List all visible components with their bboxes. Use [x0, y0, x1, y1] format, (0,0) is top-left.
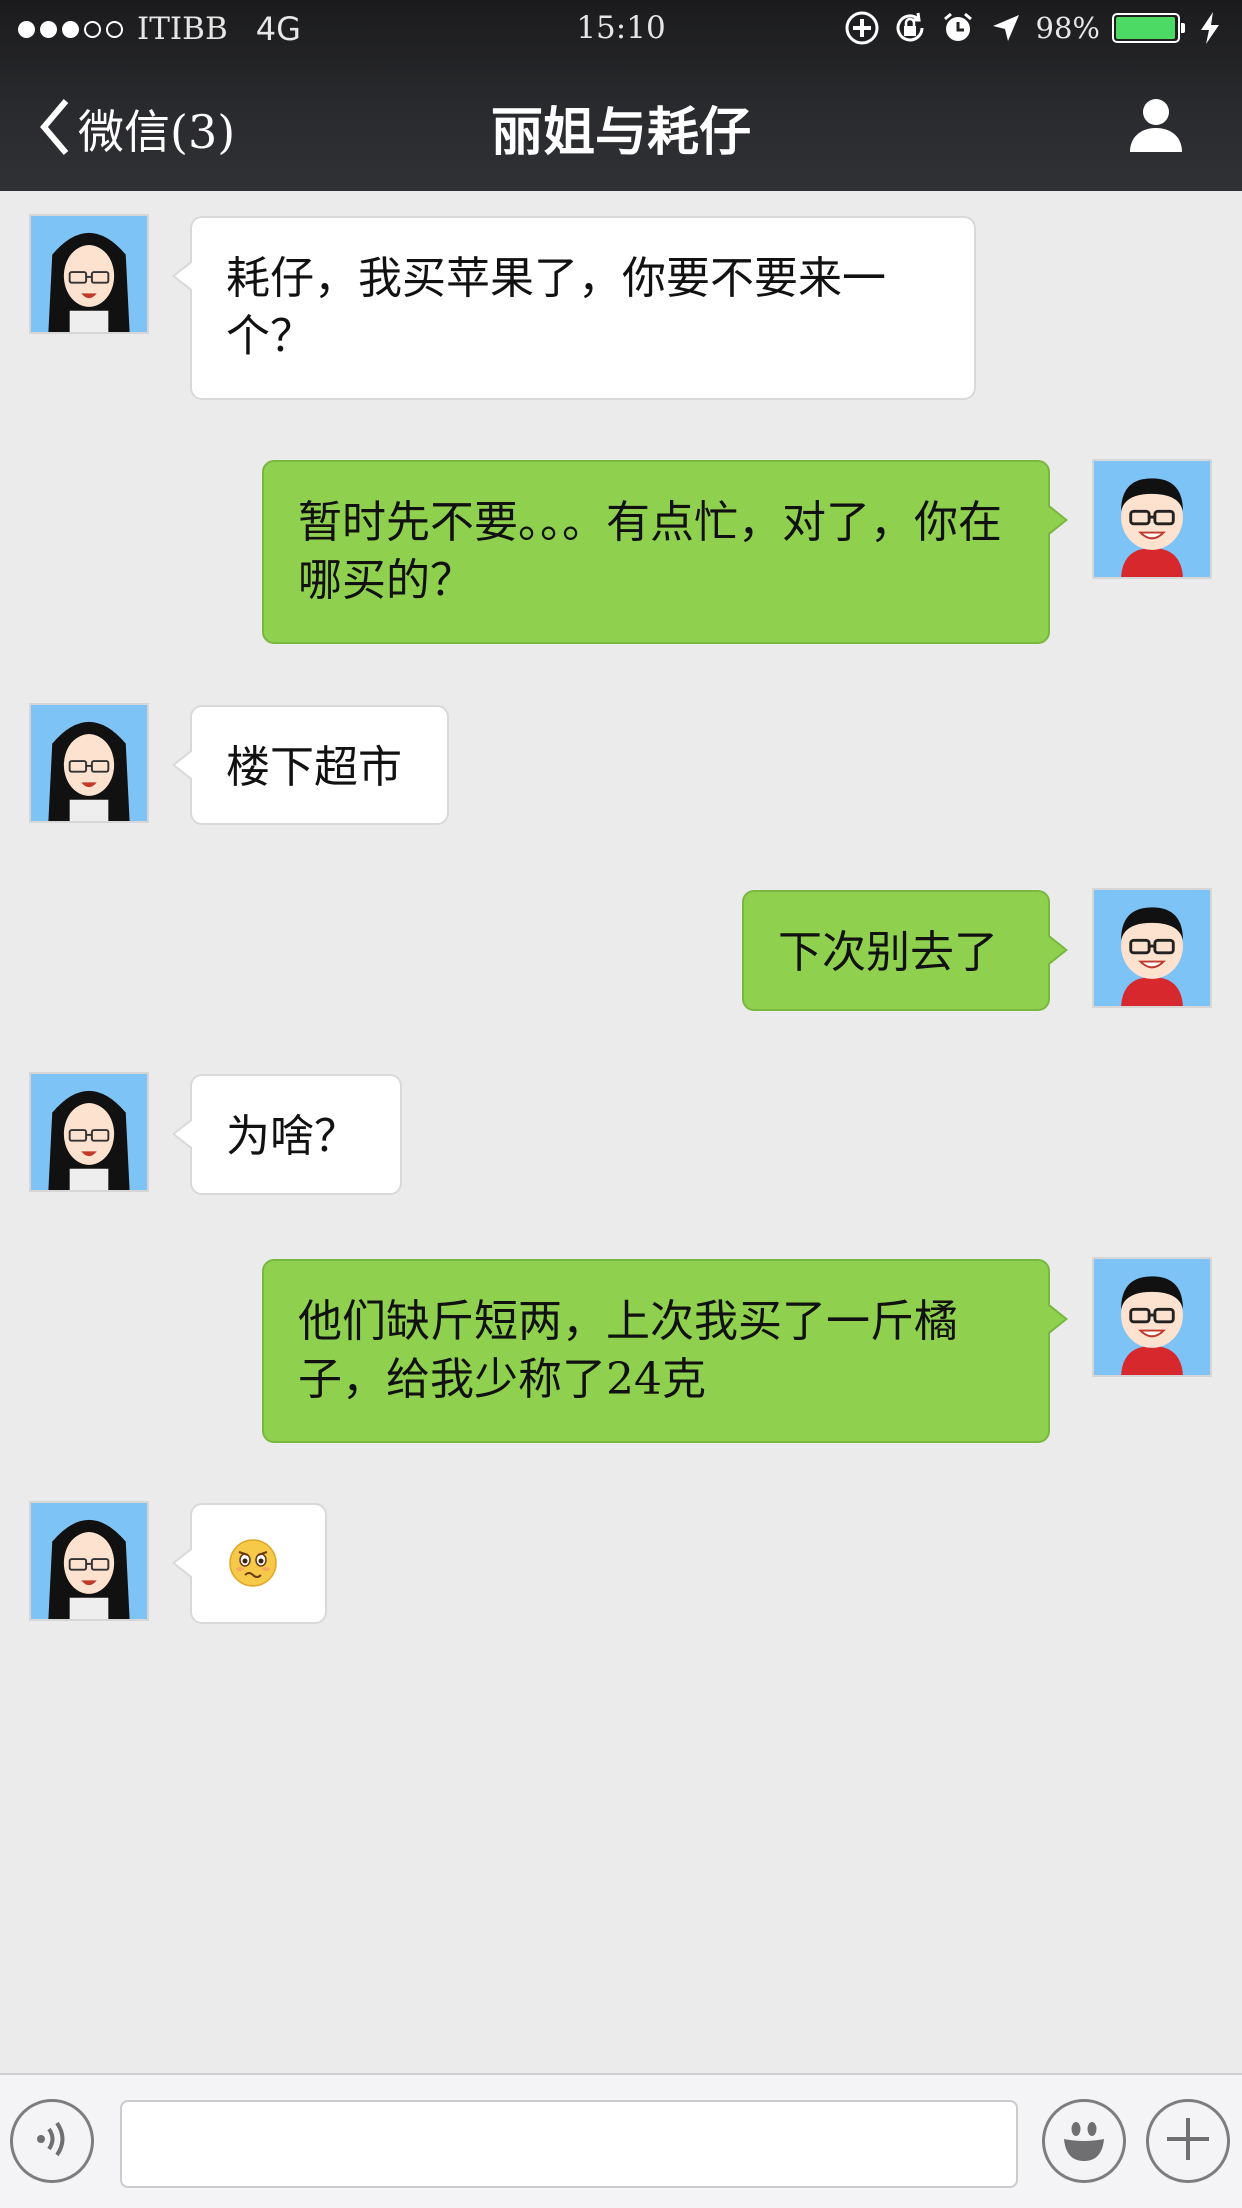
- plus-icon: [1163, 2114, 1213, 2168]
- emoji-button[interactable]: [1042, 2099, 1126, 2183]
- person-icon[interactable]: [1126, 94, 1186, 158]
- message-bubble-incoming[interactable]: [172, 1503, 327, 1624]
- message-text: 楼下超市: [226, 742, 402, 793]
- more-button[interactable]: [1146, 2099, 1230, 2183]
- message-bubble-outgoing[interactable]: 下次别去了: [742, 890, 1068, 1011]
- battery-fill: [1116, 17, 1175, 39]
- avatar-female[interactable]: [29, 1072, 149, 1192]
- smiley-icon: [1054, 2109, 1114, 2173]
- input-toolbar: [0, 2073, 1242, 2208]
- message-bubble-incoming[interactable]: 耗仔，我买苹果了，你要不要来一个？: [172, 216, 976, 400]
- message-bubble-incoming[interactable]: 楼下超市: [172, 705, 449, 825]
- battery-percentage: 98%: [1035, 11, 1100, 45]
- avatar-male[interactable]: [1092, 888, 1212, 1008]
- message-text: 耗仔，我买苹果了，你要不要来一个？: [226, 253, 886, 362]
- message-bubble-incoming[interactable]: 为啥？: [172, 1074, 402, 1195]
- charging-bolt-icon: [1192, 10, 1228, 46]
- rotation-lock-icon: [892, 10, 928, 46]
- worried-face-emoji-icon: [228, 1538, 278, 1603]
- alarm-icon: [940, 10, 976, 46]
- avatar-female[interactable]: [29, 214, 149, 334]
- avatar-female[interactable]: [29, 1501, 149, 1621]
- message-text: 暂时先不要。。。有点忙，对了，你在哪买的？: [298, 497, 1002, 606]
- location-arrow-icon: [988, 10, 1024, 46]
- status-bar: ITIBB 4G 15:10 98%: [0, 0, 1242, 60]
- chat-title: 丽姐与耗仔: [490, 103, 751, 163]
- message-input[interactable]: [120, 2100, 1018, 2188]
- battery-icon: [1112, 13, 1185, 43]
- avatar-male[interactable]: [1092, 459, 1212, 579]
- avatar-male[interactable]: [1092, 1257, 1212, 1377]
- voice-button[interactable]: [10, 2099, 94, 2183]
- message-text: 下次别去了: [778, 927, 998, 978]
- message-bubble-outgoing[interactable]: 他们缺斤短两，上次我买了一斤橘子，给我少称了24克: [262, 1259, 1068, 1443]
- message-text: 为啥？: [226, 1111, 358, 1162]
- screen-sharing-icon: [844, 10, 880, 46]
- message-bubble-outgoing[interactable]: 暂时先不要。。。有点忙，对了，你在哪买的？: [262, 460, 1068, 644]
- voice-icon: [32, 2117, 72, 2165]
- message-text: 他们缺斤短两，上次我买了一斤橘子，给我少称了24克: [298, 1296, 958, 1405]
- nav-bar: 微信(3) 丽姐与耗仔: [0, 60, 1242, 191]
- top-bar: ITIBB 4G 15:10 98% 微信(3) 丽姐与耗仔: [0, 0, 1242, 191]
- avatar-female[interactable]: [29, 703, 149, 823]
